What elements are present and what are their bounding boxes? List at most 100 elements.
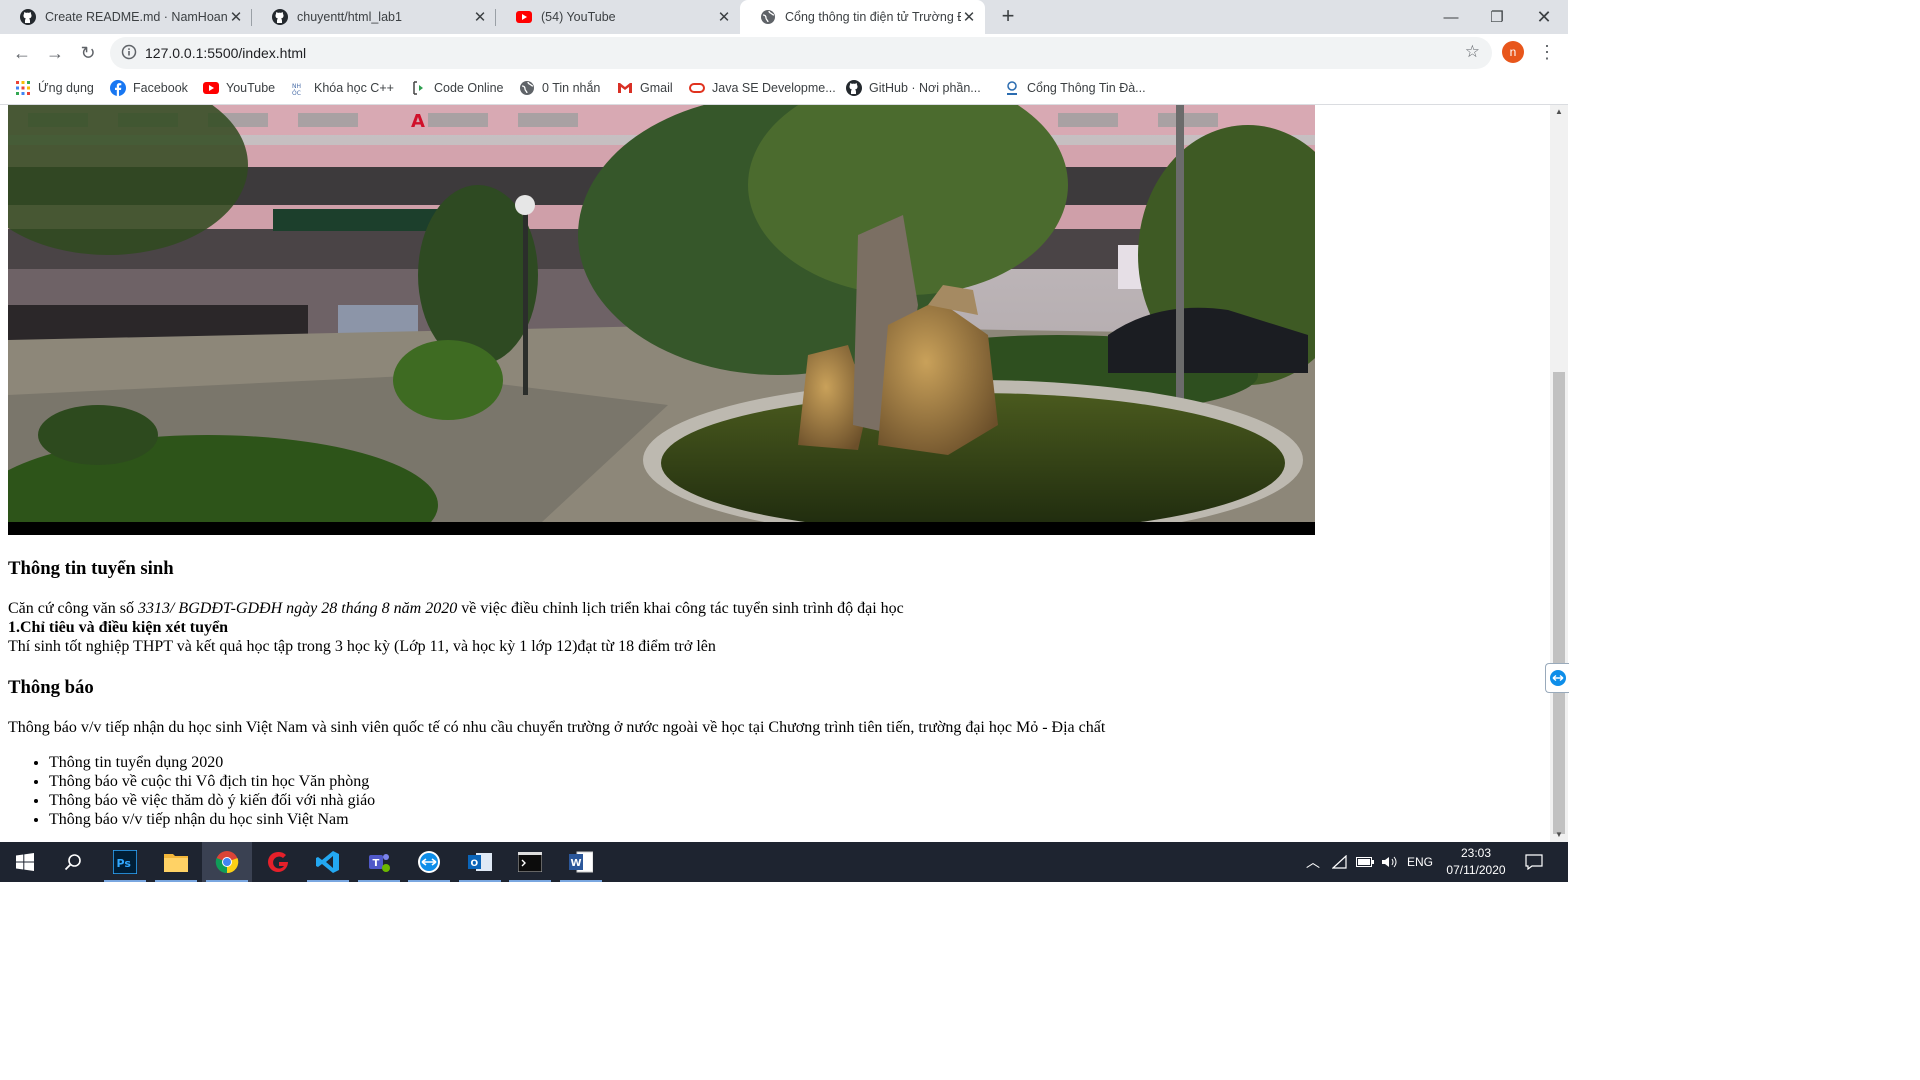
bookmark-label: Ứng dụng — [38, 81, 94, 95]
globe-icon — [760, 9, 776, 25]
tab-active-portal[interactable]: Cổng thông tin điện tử Trường Đ ✕ — [740, 0, 985, 34]
start-icon[interactable] — [0, 842, 50, 882]
list-item: Thông tin tuyển dụng 2020 — [49, 753, 1538, 772]
clock-date: 07/11/2020 — [1446, 863, 1506, 877]
teamviewer-icon[interactable] — [404, 842, 454, 882]
show-hidden-icons[interactable]: ︿ — [1306, 842, 1320, 882]
tab-readme[interactable]: Create README.md · NamHoang ✕ — [0, 0, 252, 34]
browser-toolbar: ← → ↻ 127.0.0.1:5500/index.html ☆ — [0, 34, 1568, 72]
chevron-up-icon[interactable]: ︿ — [1306, 852, 1320, 872]
address-bar[interactable]: 127.0.0.1:5500/index.html ☆ — [110, 37, 1492, 69]
back-button[interactable]: ← — [10, 41, 34, 65]
vscode-icon[interactable] — [303, 842, 353, 882]
outlook-icon[interactable]: O — [455, 842, 505, 882]
tab-html-lab1[interactable]: chuyentt/html_lab1 ✕ — [252, 0, 496, 34]
page-viewport: A Thông tin tuyển sinh Căn cứ công văn s… — [0, 105, 1550, 842]
network-icon[interactable] — [1332, 842, 1348, 882]
svg-text:W: W — [571, 858, 582, 869]
forward-button[interactable]: → — [43, 41, 67, 65]
page-content: Thông tin tuyển sinh Căn cứ công văn số … — [8, 545, 1538, 829]
github-icon — [20, 9, 36, 25]
bookmark-youtube[interactable]: YouTube — [203, 78, 275, 98]
svg-text:NH: NH — [292, 83, 301, 90]
bookmark-apps[interactable]: Ứng dụng — [15, 78, 94, 98]
url-text[interactable]: 127.0.0.1:5500/index.html — [145, 45, 306, 61]
bookmark-facebook[interactable]: Facebook — [110, 78, 188, 98]
scroll-down-arrow[interactable]: ▼ — [1550, 828, 1568, 842]
scroll-thumb[interactable] — [1553, 372, 1565, 834]
close-tab-icon[interactable]: ✕ — [472, 8, 488, 26]
search-icon[interactable] — [48, 842, 98, 882]
svg-text:ÓC: ÓC — [292, 90, 301, 96]
tab-title: Create README.md · NamHoang — [45, 10, 228, 24]
browser-menu-icon[interactable]: ⋮ — [1538, 40, 1556, 64]
bookmark-cpp-course[interactable]: NH ÓC Khóa học C++ — [291, 78, 394, 98]
battery-icon[interactable] — [1356, 842, 1374, 882]
chrome-icon[interactable] — [202, 842, 252, 882]
bookmark-label: Cổng Thông Tin Đà... — [1027, 81, 1146, 95]
clock[interactable]: 23:03 07/11/2020 — [1438, 845, 1514, 879]
scroll-up-arrow[interactable]: ▲ — [1550, 105, 1568, 119]
tab-strip: Create README.md · NamHoang ✕ chuyentt/h… — [0, 0, 1568, 34]
close-tab-icon[interactable]: ✕ — [228, 8, 244, 26]
bookmark-label: 0 Tin nhắn — [542, 81, 601, 95]
bookmark-label: Khóa học C++ — [314, 81, 394, 95]
admissions-intro: Căn cứ công văn số 3313/ BGDĐT-GDĐH ngày… — [8, 599, 1538, 618]
apps-grid-icon — [15, 80, 31, 96]
restore-button[interactable]: ❐ — [1474, 0, 1520, 34]
campus-photo: A — [8, 105, 1315, 535]
bookmark-label: Code Online — [434, 81, 504, 95]
info-icon[interactable] — [121, 44, 137, 60]
gmail-icon — [617, 80, 633, 96]
notifications-icon[interactable] — [1525, 842, 1543, 882]
bookmark-github[interactable]: GitHub · Nơi phần... — [846, 78, 981, 98]
bookmark-gmail[interactable]: Gmail — [617, 78, 673, 98]
reload-button[interactable]: ↻ — [76, 41, 100, 65]
bookmark-code-online[interactable]: Code Online — [411, 78, 504, 98]
tab-title: chuyentt/html_lab1 — [297, 10, 402, 24]
windows-taskbar: Ps T O W ︿ ENG 23:03 07/11/2020 — [0, 842, 1568, 882]
clock-time: 23:03 — [1460, 846, 1492, 860]
globe-icon — [519, 80, 535, 96]
close-tab-icon[interactable]: ✕ — [716, 8, 732, 26]
criteria-heading-text: 1.Chỉ tiêu và điều kiện xét tuyển — [8, 619, 229, 636]
close-tab-icon[interactable]: ✕ — [961, 8, 977, 26]
profile-avatar[interactable]: n — [1502, 41, 1524, 63]
notices-list: Thông tin tuyển dụng 2020 Thông báo về c… — [8, 753, 1538, 829]
portal-icon — [1004, 80, 1020, 96]
list-item: Thông báo về việc thăm dò ý kiến đối với… — [49, 791, 1538, 810]
bookmark-label: Gmail — [640, 81, 673, 95]
youtube-icon — [203, 80, 219, 96]
teamviewer-side-icon[interactable] — [1545, 663, 1569, 693]
bookmark-label: GitHub · Nơi phần... — [869, 81, 981, 95]
github-icon — [272, 9, 288, 25]
criteria-text: Thí sinh tốt nghiệp THPT và kết quả học … — [8, 638, 716, 655]
new-tab-button[interactable]: + — [998, 5, 1018, 28]
close-window-button[interactable]: ✕ — [1521, 0, 1567, 34]
garena-icon[interactable] — [253, 842, 303, 882]
tab-youtube[interactable]: (54) YouTube ✕ — [496, 0, 740, 34]
github-icon — [846, 80, 862, 96]
volume-icon[interactable] — [1381, 842, 1399, 882]
bookmark-label: YouTube — [226, 81, 276, 95]
bookmark-star-icon[interactable]: ☆ — [1465, 42, 1480, 62]
bookmark-messages[interactable]: 0 Tin nhắn — [519, 78, 600, 98]
teams-icon[interactable]: T — [354, 842, 404, 882]
language-indicator[interactable]: ENG — [1407, 842, 1433, 882]
youtube-icon — [516, 9, 532, 25]
bookmark-java-se[interactable]: Java SE Developme... — [689, 78, 836, 98]
page-scrollbar[interactable]: ▲ ▼ — [1550, 105, 1568, 842]
intro-suffix: về việc điều chỉnh lịch triển khai công … — [457, 600, 904, 617]
decree-reference: 3313/ BGDĐT-GDĐH ngày 28 tháng 8 năm 202… — [137, 600, 458, 617]
svg-text:Ps: Ps — [117, 857, 132, 870]
word-icon[interactable]: W — [556, 842, 606, 882]
notices-text: Thông báo v/v tiếp nhận du học sinh Việt… — [8, 719, 1106, 736]
list-item: Thông báo về cuộc thi Vô địch tin học Vă… — [49, 772, 1538, 791]
minimize-button[interactable]: — — [1428, 0, 1474, 34]
tab-title: (54) YouTube — [541, 10, 616, 24]
photoshop-icon[interactable]: Ps — [100, 842, 150, 882]
facebook-icon — [110, 80, 126, 96]
bookmark-portal[interactable]: Cổng Thông Tin Đà... — [1004, 78, 1146, 98]
file-explorer-icon[interactable] — [151, 842, 201, 882]
terminal-icon[interactable] — [505, 842, 555, 882]
